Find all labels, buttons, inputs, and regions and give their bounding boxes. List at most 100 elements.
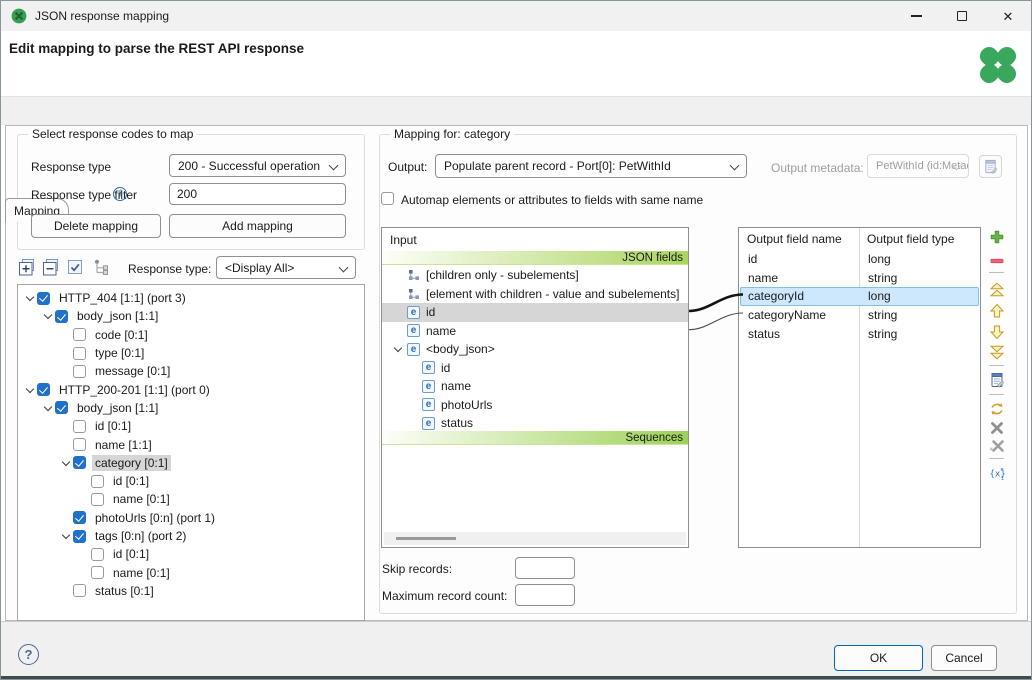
cancel-button[interactable]: Cancel <box>931 645 997 671</box>
tree-checkbox[interactable] <box>73 365 86 378</box>
input-tree-item[interactable]: estatus <box>382 414 688 433</box>
tree-structure-icon <box>92 258 110 276</box>
tree-item[interactable]: name [0:1] <box>18 563 364 581</box>
add-field-button[interactable] <box>989 229 1005 245</box>
expander-icon[interactable] <box>60 456 73 469</box>
skip-records-input[interactable] <box>515 557 575 579</box>
tree-item[interactable]: name [1:1] <box>18 435 364 453</box>
mapping-group-title: Mapping for: category <box>390 127 514 141</box>
tree-checkbox[interactable] <box>73 347 86 360</box>
cancel-all-mappings-button[interactable] <box>989 438 1005 454</box>
tree-checkbox[interactable] <box>73 456 86 469</box>
cancel-mapping-button[interactable] <box>989 420 1005 436</box>
display-filter-select[interactable]: <Display All> <box>216 256 356 279</box>
output-field-row[interactable]: statusstring <box>740 324 979 343</box>
tree-item[interactable]: status [0:1] <box>18 582 364 600</box>
tree-item[interactable]: tags [0:n] (port 2) <box>18 527 364 545</box>
close-button[interactable]: ✕ <box>985 1 1031 31</box>
horizontal-scrollbar[interactable] <box>384 532 686 545</box>
add-mapping-button[interactable]: Add mapping <box>169 214 346 238</box>
output-field-row[interactable]: idlong <box>740 250 979 269</box>
tree-checkbox[interactable] <box>55 401 68 414</box>
tree-item[interactable]: id [0:1] <box>18 417 364 435</box>
input-tree-item[interactable]: eid <box>382 359 688 378</box>
collapse-all-button[interactable] <box>41 257 61 277</box>
tree-checkbox[interactable] <box>37 383 50 396</box>
tree-structure-button[interactable] <box>91 257 111 277</box>
expander-spacer <box>78 493 91 506</box>
input-tree-item[interactable]: ename <box>382 322 688 341</box>
input-tree-item[interactable]: ephotoUrls <box>382 396 688 415</box>
element-icon: e <box>422 380 435 393</box>
move-down-button[interactable] <box>989 324 1005 340</box>
move-top-button[interactable] <box>989 282 1005 298</box>
expander-spacer <box>407 380 422 393</box>
tree-checkbox[interactable] <box>91 475 104 488</box>
move-up-button[interactable] <box>989 303 1005 319</box>
subelements-structure-icon <box>407 269 420 282</box>
input-tree-item[interactable]: ename <box>382 377 688 396</box>
tree-item[interactable]: HTTP_404 [1:1] (port 3) <box>18 289 364 307</box>
output-rows: idlongnamestringcategoryIdlongcategoryNa… <box>740 250 979 343</box>
tree-checkbox[interactable] <box>73 511 86 524</box>
output-field-row[interactable]: categoryIdlong <box>740 287 979 306</box>
tree-item[interactable]: body_json [1:1] <box>18 307 364 325</box>
ok-button[interactable]: OK <box>834 645 923 671</box>
tree-checkbox[interactable] <box>73 438 86 451</box>
check-elements-button[interactable] <box>65 257 85 277</box>
tree-item[interactable]: type [0:1] <box>18 344 364 362</box>
expand-all-button[interactable] <box>17 257 37 277</box>
tree-item[interactable]: photoUrls [0:n] (port 1) <box>18 509 364 527</box>
tree-checkbox[interactable] <box>73 420 86 433</box>
delete-mapping-button[interactable]: Delete mapping <box>31 214 161 238</box>
info-icon[interactable]: i <box>113 187 127 201</box>
expander-spacer <box>78 566 91 579</box>
scrollbar-thumb[interactable] <box>396 537 456 540</box>
max-record-count-input[interactable] <box>515 584 575 606</box>
edit-record-button[interactable] <box>989 372 1005 388</box>
tree-item[interactable]: name [0:1] <box>18 490 364 508</box>
output-select[interactable]: Populate parent record - Port[0]: PetWit… <box>435 154 747 178</box>
expander-icon[interactable] <box>24 292 37 305</box>
move-bottom-button[interactable] <box>989 344 1005 360</box>
response-type-select[interactable]: 200 - Successful operation <box>169 154 346 177</box>
tree-checkbox[interactable] <box>91 548 104 561</box>
tree-item-label: code [0:1] <box>92 327 151 343</box>
tree-checkbox[interactable] <box>73 584 86 597</box>
tree-checkbox[interactable] <box>73 328 86 341</box>
automap-checkbox[interactable] <box>381 192 394 205</box>
minimize-button[interactable] <box>893 1 939 31</box>
output-field-row[interactable]: namestring <box>740 269 979 288</box>
expander-icon[interactable] <box>42 401 55 414</box>
toolbar-separator <box>989 365 1004 366</box>
tree-checkbox[interactable] <box>55 310 68 323</box>
tree-checkbox[interactable] <box>37 292 50 305</box>
wildcard-mapping-button[interactable]: {x}n1 <box>989 465 1005 481</box>
maximize-button[interactable] <box>939 1 985 31</box>
help-button[interactable]: ? <box>18 644 39 665</box>
expander-icon[interactable] <box>42 310 55 323</box>
input-tree-item[interactable]: [element with children - value and subel… <box>382 285 688 304</box>
expander-icon[interactable] <box>60 530 73 543</box>
remove-field-button[interactable] <box>989 253 1005 269</box>
tree-item[interactable]: HTTP_200-201 [1:1] (port 0) <box>18 380 364 398</box>
input-tree-item[interactable]: eid <box>382 303 688 322</box>
expander-icon[interactable] <box>24 383 37 396</box>
tree-item[interactable]: body_json [1:1] <box>18 399 364 417</box>
tree-item-label: tags [0:n] (port 2) <box>92 528 189 544</box>
expander-icon[interactable] <box>392 343 407 356</box>
tree-checkbox[interactable] <box>91 566 104 579</box>
output-field-row[interactable]: categoryNamestring <box>740 306 979 325</box>
tree-checkbox[interactable] <box>73 530 86 543</box>
tree-item[interactable]: code [0:1] <box>18 326 364 344</box>
tree-item[interactable]: category [0:1] <box>18 454 364 472</box>
tree-checkbox[interactable] <box>91 493 104 506</box>
input-tree-item[interactable]: [children only - subelements] <box>382 266 688 285</box>
tree-item[interactable]: message [0:1] <box>18 362 364 380</box>
expander-spacer <box>407 417 422 430</box>
tree-item[interactable]: id [0:1] <box>18 472 364 490</box>
tree-item[interactable]: id [0:1] <box>18 545 364 563</box>
response-type-filter-input[interactable]: 200 <box>169 183 346 205</box>
auto-map-button[interactable] <box>989 401 1005 417</box>
input-tree-item[interactable]: e<body_json> <box>382 340 688 359</box>
